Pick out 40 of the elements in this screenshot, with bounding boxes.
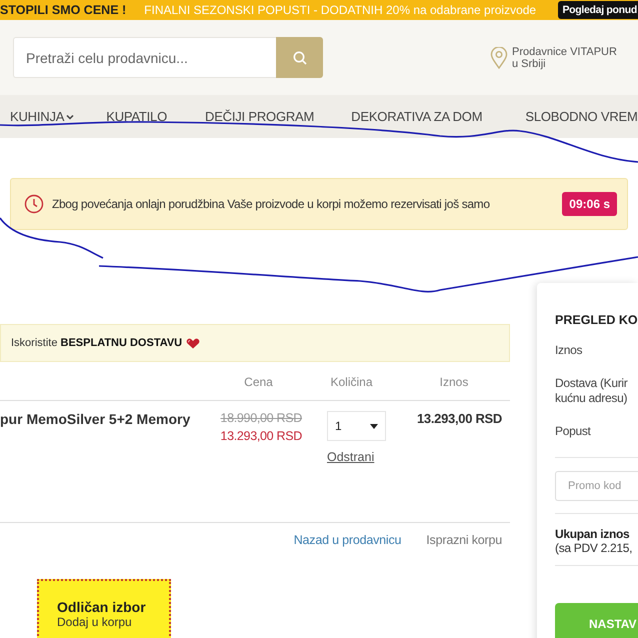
back-to-store-link[interactable]: Nazad u prodavnicu <box>294 533 402 547</box>
summary-label: Dostava (Kurir kućnu adresu) <box>555 376 628 406</box>
column-header: Količina <box>329 374 374 391</box>
upsell-card[interactable]: Odličan izbor Dodaj u korpu <box>37 579 171 638</box>
search-icon <box>292 50 308 66</box>
nav-item[interactable]: KUHINJA <box>10 109 74 124</box>
old-price: 18.990,00 RSD <box>220 411 302 425</box>
promo-code-field[interactable]: Promo kod <box>555 471 638 501</box>
empty-cart-link[interactable]: Isprazni korpu <box>426 533 502 547</box>
column-header: Iznos <box>438 374 470 391</box>
promo-headline: STOPILI SMO CENE ! <box>0 3 126 17</box>
view-offer-button[interactable]: Pogledaj ponud <box>558 1 638 19</box>
summary-label: Iznos <box>555 343 584 358</box>
search-field[interactable]: Pretraži celu prodavnicu... <box>13 37 276 78</box>
remove-link[interactable]: Odstrani <box>327 450 398 464</box>
quantity-select[interactable]: 1 <box>327 411 386 441</box>
stores-link[interactable]: Prodavnice VITAPUR u Srbiji <box>490 46 617 70</box>
vat-note: (sa PDV 2.215, <box>555 541 634 555</box>
nav-item[interactable]: DEČIJI PROGRAM <box>205 109 314 124</box>
map-pin-icon <box>490 46 508 68</box>
product-name[interactable]: pur MemoSilver 5+2 Memory <box>0 411 190 427</box>
sale-price: 13.293,00 RSD <box>220 429 302 443</box>
upsell-title: Odličan izbor <box>57 599 147 615</box>
caret-icon <box>370 424 378 428</box>
summary-label: Popust <box>555 424 592 439</box>
nav-item[interactable]: DEKORATIVA ZA DOM <box>351 109 482 124</box>
upsell-subtitle: Dodaj u korpu <box>57 615 133 629</box>
line-total: 13.293,00 RSD <box>416 411 503 426</box>
total-label: Ukupan iznos <box>555 527 630 541</box>
free-delivery-text: Iskoristite BESPLATNU DOSTAVU <box>11 337 182 349</box>
nav-item[interactable]: SLOBODNO VREM <box>525 109 638 124</box>
nav-item[interactable]: KUPATILO <box>106 109 167 124</box>
clock-icon <box>24 194 44 214</box>
chevron-down-icon <box>66 114 74 120</box>
promo-message: FINALNI SEZONSKI POPUSTI - DODATNIH 20% na odabrane proizvode <box>144 3 536 17</box>
summary-title: PREGLED KO <box>555 313 638 327</box>
alert-text: Zbog povećanja onlajn porudžbina Vaše proizvode u korpi možemo rezervisati još samo <box>52 197 491 211</box>
countdown-timer: 09:06 s <box>562 192 617 216</box>
column-header: Cena <box>243 374 274 391</box>
search-button[interactable] <box>276 37 323 78</box>
